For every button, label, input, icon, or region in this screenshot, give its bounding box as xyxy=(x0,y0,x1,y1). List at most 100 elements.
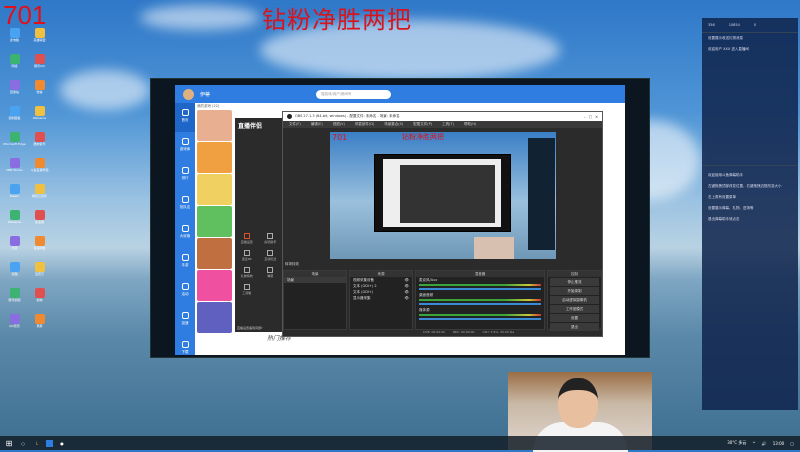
tray-chevron-icon[interactable]: ^ xyxy=(752,441,755,446)
source-item[interactable]: 显示器采集 👁 xyxy=(350,295,412,301)
tool-label: 连麦PK xyxy=(241,257,252,261)
desktop-icon-image xyxy=(34,28,45,38)
desktop-icon[interactable]: 腾讯QQ xyxy=(27,54,52,72)
menu-item[interactable]: 工具(T) xyxy=(442,122,454,127)
control-button-4[interactable]: 设置 xyxy=(550,314,599,322)
volume-slider[interactable] xyxy=(419,288,541,290)
visibility-eye-icon[interactable]: 👁 xyxy=(405,278,409,282)
avatar[interactable] xyxy=(183,88,194,100)
volume-slider[interactable] xyxy=(419,318,541,320)
search-input[interactable]: 搜游戏/用户/房间号 xyxy=(316,89,392,99)
game-cover[interactable] xyxy=(197,238,232,269)
sidebar-item[interactable]: 加速 xyxy=(175,306,195,335)
menu-item[interactable]: 编辑(E) xyxy=(311,122,323,127)
sidebar-item[interactable]: 下载 xyxy=(175,335,195,364)
minimize-icon[interactable]: – xyxy=(584,115,586,119)
desktop-icon-label: 酷狗音乐 xyxy=(33,142,46,146)
sidebar-item[interactable]: 活动 xyxy=(175,277,195,306)
sidebar-item[interactable]: 首页 xyxy=(175,103,195,132)
game-cover[interactable] xyxy=(197,206,232,237)
menu-item[interactable]: 视图(V) xyxy=(333,122,345,127)
desktop-icon[interactable]: 腾讯视频 xyxy=(2,288,27,306)
companion-tool[interactable]: 礼物特效 xyxy=(235,267,259,278)
visibility-eye-icon[interactable]: 👁 xyxy=(405,290,409,294)
obs-title: OBS 27.1.3 (64-bit, windows) - 配置文件: 未命名… xyxy=(295,114,400,118)
desktop-icon-image xyxy=(34,314,45,324)
desktop-icon[interactable]: Microsoft Edge xyxy=(2,132,27,150)
desktop-icon[interactable]: WeGame xyxy=(27,106,52,124)
tool-icon xyxy=(243,267,250,273)
desktop-icon[interactable]: 迅雷 xyxy=(2,236,27,254)
visibility-eye-icon[interactable]: 👁 xyxy=(405,296,409,300)
menu-item[interactable]: 场景集合(S) xyxy=(384,122,403,127)
desktop-icon[interactable]: 加速器 xyxy=(27,210,52,228)
lol-taskbar-icon[interactable]: L xyxy=(32,438,42,448)
sidebar-item[interactable]: 手游 xyxy=(175,248,195,277)
scene-item[interactable]: 场景 xyxy=(284,277,346,283)
game-cover[interactable] xyxy=(197,110,232,141)
control-button-0[interactable]: 停止推流 xyxy=(550,278,599,286)
desktop-icon[interactable]: 优酷 xyxy=(2,262,27,280)
desktop-icon-image xyxy=(9,132,20,142)
desktop-icon-label: 腾讯视频 xyxy=(8,298,21,302)
menu-item[interactable]: 文件(F) xyxy=(289,122,301,127)
volume-slider[interactable] xyxy=(419,303,541,305)
sidebar-item-label: 找队友 xyxy=(179,205,191,209)
close-icon[interactable]: ✕ xyxy=(595,115,598,119)
desktop-icon[interactable]: 回收站 xyxy=(2,80,27,98)
desktop-icon[interactable]: 剪映 xyxy=(27,288,52,306)
sidebar-item[interactable]: 大玩咖 xyxy=(175,219,195,248)
volume-icon[interactable]: 🔊 xyxy=(762,441,767,446)
desktop-icon[interactable]: 斗鱼直播伴侣 xyxy=(27,158,52,176)
desktop-icon-label: 录屏 xyxy=(36,324,43,328)
weather[interactable]: 30°C 多云 xyxy=(727,440,746,446)
game-cover[interactable] xyxy=(197,270,232,301)
desktop-icon[interactable]: 英雄联盟 xyxy=(27,28,52,46)
companion-notice[interactable]: 直播设置遇到问题? xyxy=(237,326,263,330)
panel-message: 退出弹幕助手请点击 xyxy=(708,217,740,221)
game-cover[interactable] xyxy=(197,302,232,333)
desktop-icon[interactable]: 此电脑 xyxy=(2,28,27,46)
menu-item[interactable]: 停靠部件(D) xyxy=(355,122,374,127)
obs-taskbar-icon[interactable]: ● xyxy=(57,438,67,448)
companion-tool[interactable]: 工具箱 xyxy=(235,284,259,295)
desktop-icon[interactable]: 网络 xyxy=(2,54,27,72)
companion-tool[interactable]: 连麦PK xyxy=(235,250,259,261)
control-button-2[interactable]: 启动虚拟摄像机 xyxy=(550,296,599,304)
game-cover[interactable] xyxy=(197,174,232,205)
sidebar-item[interactable]: 排行 xyxy=(175,161,195,190)
desktop-icon-label: WeGame xyxy=(32,116,47,120)
visibility-eye-icon[interactable]: 👁 xyxy=(405,284,409,288)
companion-tool[interactable]: 直播设置 xyxy=(235,233,259,244)
start-icon[interactable]: ⊞ xyxy=(4,438,14,448)
desktop-icon[interactable]: 酷狗音乐 xyxy=(27,132,52,150)
desktop-icon[interactable]: QQ音乐 xyxy=(2,314,27,332)
app-taskbar-icon[interactable] xyxy=(46,439,53,447)
sidebar-item[interactable]: 找队友 xyxy=(175,190,195,219)
notification-icon[interactable]: ▢ xyxy=(790,441,794,446)
desktop-icon[interactable]: 微信 xyxy=(27,80,52,98)
companion-tool[interactable]: 房管助手 xyxy=(259,233,283,244)
desktop-icon[interactable]: 爱奇艺 xyxy=(27,262,52,280)
menu-item[interactable]: 配置文件(P) xyxy=(413,122,432,127)
desktop-icon[interactable]: Steam xyxy=(2,184,27,202)
desktop-icon[interactable]: 控制面板 xyxy=(2,106,27,124)
desktop-icon[interactable]: 网易云音乐 xyxy=(27,184,52,202)
desktop-icon[interactable]: WeGame xyxy=(2,210,27,228)
desktop-icon[interactable]: 百度网盘 xyxy=(27,236,52,254)
control-button-1[interactable]: 开始录制 xyxy=(550,287,599,295)
username[interactable]: 伊蒂 xyxy=(200,91,210,98)
control-button-3[interactable]: 工作室模式 xyxy=(550,305,599,313)
search-icon[interactable]: ○ xyxy=(18,438,28,448)
companion-tool[interactable]: 弹幕 xyxy=(259,267,283,278)
clock[interactable]: 13:00 xyxy=(773,441,785,446)
game-cover[interactable] xyxy=(197,142,232,173)
desktop-icon-image xyxy=(34,262,45,272)
desktop-icon[interactable]: 录屏 xyxy=(27,314,52,332)
menu-item[interactable]: 帮助(H) xyxy=(464,122,476,127)
obs-preview[interactable]: 701 钻粉净胜两把 xyxy=(330,132,556,259)
maximize-icon[interactable]: □ xyxy=(589,115,592,119)
sidebar-item[interactable]: 游戏库 xyxy=(175,132,195,161)
desktop-icon[interactable]: OBS Studio xyxy=(2,158,27,176)
companion-tool[interactable]: 互动玩法 xyxy=(259,250,283,261)
